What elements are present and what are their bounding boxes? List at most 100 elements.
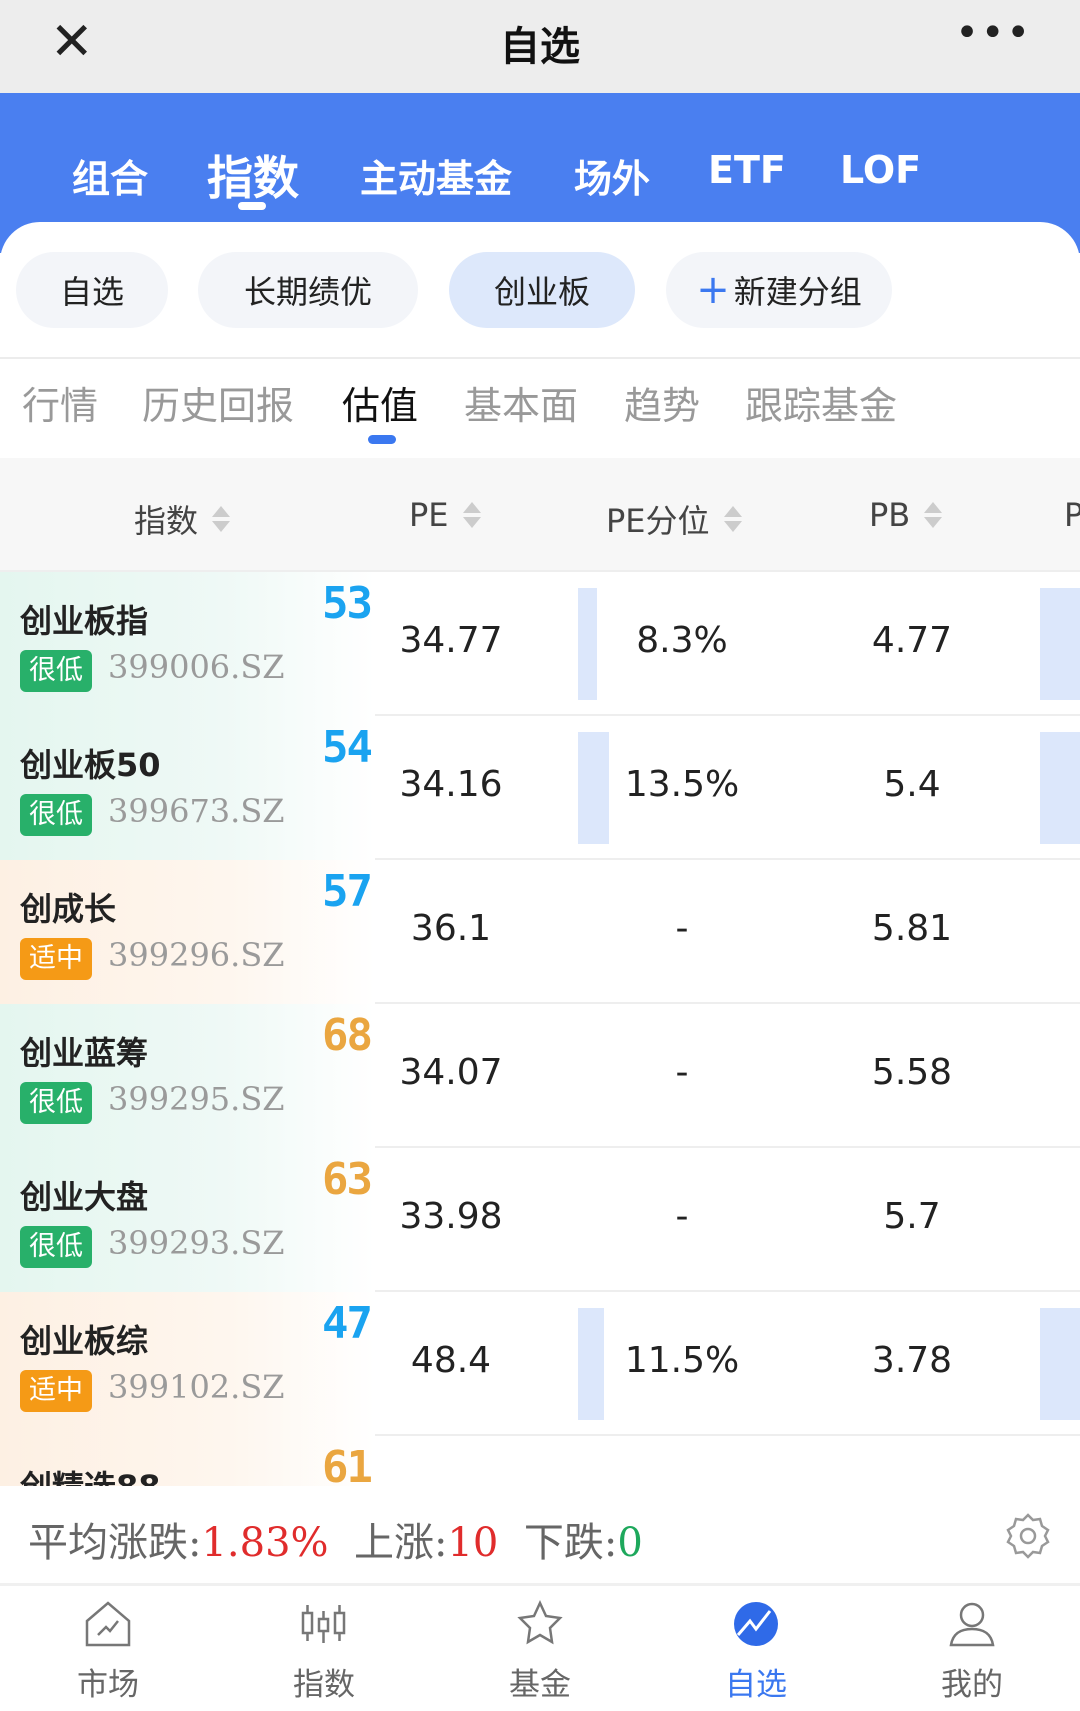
tab-portfolio[interactable]: 组合 <box>72 148 148 203</box>
summary-text: 平均涨跌:1.83% 上涨:10 下跌:0 <box>28 1510 643 1568</box>
pe-percentile-value: 8.3% <box>636 620 728 661</box>
table-row[interactable]: 创业蓝筹 68 很低 399295.SZ 34.07- 5.58 <box>0 1004 1080 1148</box>
valuation-badge: 很低 <box>20 794 92 836</box>
active-subtab-indicator <box>368 435 396 444</box>
index-name: 创成长 <box>20 890 117 928</box>
table-row[interactable]: 创业板指 53 很低 399006.SZ 34.77 8.3% 4.77 <box>0 572 1080 716</box>
tab-index[interactable]: 指数 <box>207 142 299 208</box>
nav-index[interactable]: 指数 <box>254 1599 394 1704</box>
tab-etf[interactable]: ETF <box>708 148 786 192</box>
column-header-index[interactable]: 指数 <box>134 496 231 542</box>
pe-value: 48.4 <box>410 1340 492 1381</box>
index-code: 399296.SZ <box>108 936 285 974</box>
group-pill-watchlist[interactable]: 自选 <box>16 252 168 328</box>
up-count-value: 10 <box>447 1520 499 1566</box>
table-row[interactable]: 创精选88 61 <box>0 1436 1080 1492</box>
pb-value: 3.78 <box>871 1340 953 1381</box>
row-name-cell <box>0 1004 375 1148</box>
column-label: 指数 <box>134 502 199 540</box>
valuation-badge: 适中 <box>20 938 92 980</box>
sort-icon <box>462 502 481 528</box>
group-label: 自选 <box>59 273 124 311</box>
subtab-fundamentals[interactable]: 基本面 <box>464 375 578 430</box>
new-group-button[interactable]: + 新建分组 <box>666 252 892 328</box>
column-header-pb[interactable]: PB <box>869 496 943 534</box>
nav-label: 我的 <box>941 1667 1003 1703</box>
down-count-value: 0 <box>617 1520 643 1566</box>
valuation-badge: 很低 <box>20 1082 92 1124</box>
table-row[interactable]: 创业板50 54 很低 399673.SZ 34.16 13.5% 5.4 <box>0 716 1080 860</box>
table-row[interactable]: 创成长 57 适中 399296.SZ 36.1- 5.81 <box>0 860 1080 1004</box>
next-column-bar <box>1040 1308 1080 1420</box>
row-name-cell <box>0 1292 375 1436</box>
pe-percentile-value: 13.5% <box>624 764 740 805</box>
index-code: 399295.SZ <box>108 1080 285 1118</box>
row-name-cell <box>0 1148 375 1292</box>
table-row[interactable]: 创业板综 47 适中 399102.SZ 48.4 11.5% 3.78 <box>0 1292 1080 1436</box>
down-count-label: 下跌: <box>523 1520 618 1566</box>
subtab-history[interactable]: 历史回报 <box>142 375 294 430</box>
index-code: 399102.SZ <box>108 1368 285 1406</box>
active-tab-indicator <box>238 202 266 210</box>
group-pill-long-term[interactable]: 长期绩优 <box>198 252 418 328</box>
title-bar: ✕ 自选 ••• <box>0 0 1080 93</box>
pb-value: 5.7 <box>883 1196 941 1237</box>
column-header-pe[interactable]: PE <box>409 496 481 534</box>
nav-label: 自选 <box>725 1667 787 1703</box>
group-label: 长期绩优 <box>243 273 372 311</box>
row-name-cell <box>0 716 375 860</box>
pb-value: 4.77 <box>871 620 953 661</box>
nav-label: 指数 <box>293 1667 355 1703</box>
nav-label: 基金 <box>509 1667 571 1703</box>
nav-fund[interactable]: 基金 <box>470 1599 610 1704</box>
settings-gear-icon[interactable] <box>1004 1512 1052 1560</box>
score-value: 61 <box>322 1442 373 1492</box>
tab-otc[interactable]: 场外 <box>574 148 650 203</box>
nav-mine[interactable]: 我的 <box>902 1599 1042 1704</box>
pe-percentile-value: - <box>675 1052 689 1093</box>
subtab-valuation[interactable]: 估值 <box>342 375 418 430</box>
column-label: PB <box>869 496 911 534</box>
index-code: 399006.SZ <box>108 648 285 686</box>
pb-value: 5.4 <box>883 764 941 805</box>
user-icon <box>949 1602 995 1647</box>
row-name-cell <box>0 572 375 716</box>
plus-icon: + <box>696 267 730 313</box>
pe-value: 34.77 <box>399 620 503 661</box>
index-code: 399293.SZ <box>108 1224 285 1262</box>
nav-market[interactable]: 市场 <box>38 1599 178 1704</box>
pe-percentile-value: - <box>675 1196 689 1237</box>
nav-watchlist[interactable]: 自选 <box>686 1599 826 1704</box>
page-title: 自选 <box>500 24 580 70</box>
column-label: PE分位 <box>606 502 710 540</box>
tab-lof[interactable]: LOF <box>840 148 921 192</box>
nav-label: 市场 <box>77 1667 139 1703</box>
next-column-bar <box>1040 732 1080 844</box>
pb-value: 5.58 <box>871 1052 953 1093</box>
subtab-trend[interactable]: 趋势 <box>624 375 700 430</box>
divider <box>0 357 1080 359</box>
pe-value: 36.1 <box>410 908 492 949</box>
subtab-tracking-funds[interactable]: 跟踪基金 <box>745 375 897 430</box>
pe-value: 33.98 <box>399 1196 503 1237</box>
tab-active-fund[interactable]: 主动基金 <box>360 148 512 203</box>
index-name: 创业板综 <box>20 1322 149 1360</box>
column-header-next[interactable]: P <box>1064 496 1080 534</box>
more-icon[interactable]: ••• <box>955 10 1032 56</box>
index-code: 399673.SZ <box>108 792 285 830</box>
sort-icon <box>924 502 943 528</box>
sort-icon <box>212 506 231 532</box>
group-pill-chinext[interactable]: 创业板 <box>449 252 635 328</box>
next-column-bar <box>1040 588 1080 700</box>
table-row[interactable]: 创业大盘 63 很低 399293.SZ 33.98- 5.7 <box>0 1148 1080 1292</box>
index-name: 创业板50 <box>20 746 161 784</box>
star-icon <box>517 1600 563 1645</box>
up-count-label: 上涨: <box>354 1520 448 1566</box>
column-header-pe-percentile[interactable]: PE分位 <box>606 496 742 542</box>
subtab-quotes[interactable]: 行情 <box>22 375 98 430</box>
valuation-badge: 适中 <box>20 1370 92 1412</box>
valuation-badge: 很低 <box>20 1226 92 1268</box>
sort-icon <box>723 506 742 532</box>
index-name: 创业板指 <box>20 602 149 640</box>
watchlist-icon <box>734 1602 778 1646</box>
